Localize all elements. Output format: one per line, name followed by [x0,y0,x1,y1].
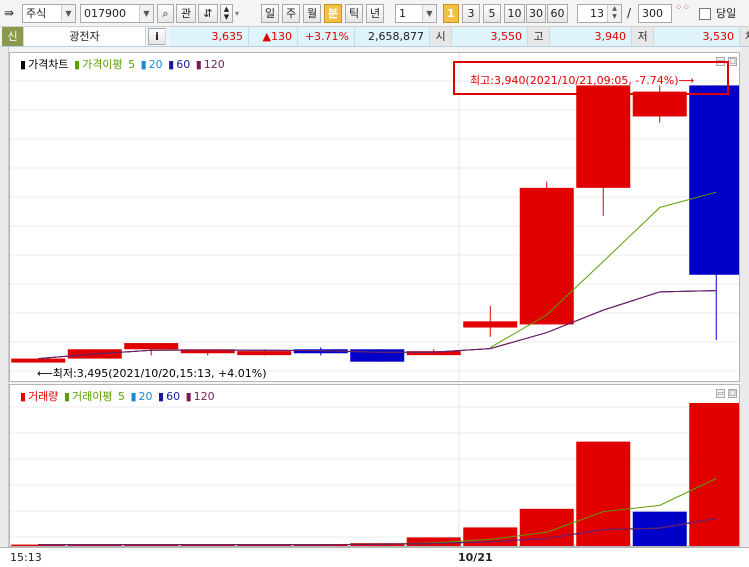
volume-ma-5: 5 [117,390,125,403]
pane-maximize-button[interactable]: □ [728,57,737,66]
period-day[interactable]: 일 [261,4,279,23]
low-label: 저 [632,27,654,46]
high-label: 고 [528,27,550,46]
time-axis-label-left: 15:13 [10,551,42,564]
chevron-down-icon: ▼ [139,5,153,22]
open-price: 3,550 [452,27,528,46]
execution-strength-label: 체결강 [740,27,749,46]
candle-body [519,187,574,325]
interval-select-value: 1 [399,7,406,20]
toolbar: ⇛ 주식 ▼ 017900 ▼ ⌕ 관 ⇵ ▲ ▼ ▾ 일 주 월 분 틱 년 1… [0,0,749,27]
price-change: ▲130 [249,27,298,46]
price-ma-120: 120 [203,58,225,71]
rotate-icon: ⇵ [203,7,213,20]
low-price: 3,530 [654,27,740,46]
today-label: 당일 [716,7,737,20]
volume-ma-60: 60 [166,390,181,403]
quick-interval-10[interactable]: 10 [504,4,525,23]
price-chart-pane[interactable]: ▮ 가격차트 ▮ 가격이평 5 ▮ 20 ▮ 60 ▮ 120 ▭ □ 최고:3,940(… [9,52,740,382]
price-legend: ▮ 가격차트 ▮ 가격이평 5 ▮ 20 ▮ 60 ▮ 120 [20,58,225,71]
total-count-input[interactable]: 300 [638,4,672,23]
price-ma-20: 20 [148,58,163,71]
watch-button[interactable]: 관 [176,4,196,23]
low-annotation: ⟵최저:3,495(2021/10/20,15:13, +4.01%) [37,367,267,380]
chevron-down-icon: ▼ [61,5,75,22]
price-ma-60: 60 [176,58,191,71]
high-annotation: 최고:3,940(2021/10/21,09:05, -7.74%)⟶ [470,74,695,87]
current-price: 3,635 [170,27,249,46]
grid-dots-icon[interactable]: ⁘⁘ [675,4,690,23]
quick-interval-5[interactable]: 5 [483,4,501,23]
display-count-input[interactable]: 13 ▲ ▼ [577,4,622,23]
count-spinner-icon[interactable]: ▲ ▼ [607,5,621,22]
market-select[interactable]: 주식 ▼ [22,4,76,23]
trade-volume: 2,658,877 [355,27,430,46]
candle-body [632,91,687,117]
high-price: 3,940 [550,27,632,46]
open-label: 시 [430,27,452,46]
volume-ma-20: 20 [138,390,153,403]
price-chart-svg[interactable] [10,53,739,381]
time-axis: 15:13 10/21 [0,547,749,567]
period-month[interactable]: 월 [303,4,321,23]
total-count-value: 300 [642,7,663,20]
updown-spinner[interactable]: ▲ ▼ [220,4,233,23]
period-minute[interactable]: 분 [324,4,342,23]
pane-maximize-button[interactable]: □ [728,389,737,398]
left-scroll-strip[interactable] [0,47,9,547]
candle-body [576,85,631,188]
credit-tag: 신 [2,27,24,46]
volume-chart-svg[interactable] [10,385,739,546]
volume-ma-120: 120 [193,390,215,403]
quote-bar: 신 광전자 i 3,635 ▲130 +3.71% 2,658,877 시 3,… [0,27,749,47]
volume-legend-title: 거래량 [28,390,59,403]
period-year[interactable]: 년 [366,4,384,23]
quick-interval-60[interactable]: 60 [547,4,568,23]
volume-bar [576,441,631,546]
volume-bar [519,508,574,546]
volume-bar [689,403,739,546]
volume-chart-pane[interactable]: ▮ 거래량 ▮ 거래이평 5 ▮ 20 ▮ 60 ▮ 120 ▭ □ [9,384,740,547]
spinner-arrow-icon[interactable]: ▾ [235,4,249,23]
candle-body [689,85,739,275]
search-button[interactable]: ⌕ [157,4,174,23]
candle-body [11,358,66,363]
market-select-value: 주식 [26,7,47,20]
price-legend-title: 가격차트 [28,58,69,71]
quick-interval-30[interactable]: 30 [526,4,546,23]
volume-legend: ▮ 거래량 ▮ 거래이평 5 ▮ 20 ▮ 60 ▮ 120 [20,390,215,403]
stock-code-value: 017900 [84,7,126,20]
stock-code-input[interactable]: 017900 ▼ [80,4,154,23]
chevron-down-icon: ▼ [422,5,436,22]
today-checkbox[interactable] [699,8,711,20]
link-arrow-icon[interactable]: ⇛ [4,4,20,23]
info-button[interactable]: i [148,28,166,45]
stock-name: 광전자 [24,27,146,46]
change-percent: +3.71% [298,27,355,46]
right-scroll-strip[interactable] [740,47,749,547]
count-separator: / [627,6,632,20]
quick-interval-3[interactable]: 3 [462,4,480,23]
candle-body [237,351,292,356]
rotate-button[interactable]: ⇵ [198,4,218,23]
time-axis-label-mid: 10/21 [458,551,493,564]
period-week[interactable]: 주 [282,4,300,23]
interval-select[interactable]: 1 ▼ [395,4,437,23]
search-icon: ⌕ [162,7,169,20]
volume-ma-label: 거래이평 [72,390,113,403]
chart-window: ⇛ 주식 ▼ 017900 ▼ ⌕ 관 ⇵ ▲ ▼ ▾ 일 주 월 분 틱 년 1… [0,0,749,567]
candle-body [463,321,518,328]
price-ma-5: 5 [128,58,136,71]
candle-body [124,343,179,350]
candle-body [350,349,405,362]
pane-minimize-button[interactable]: ▭ [716,389,725,398]
quick-interval-1[interactable]: 1 [443,4,459,23]
period-tick[interactable]: 틱 [345,4,363,23]
price-ma-label: 가격이평 [82,58,123,71]
display-count-value: 13 [590,7,604,20]
